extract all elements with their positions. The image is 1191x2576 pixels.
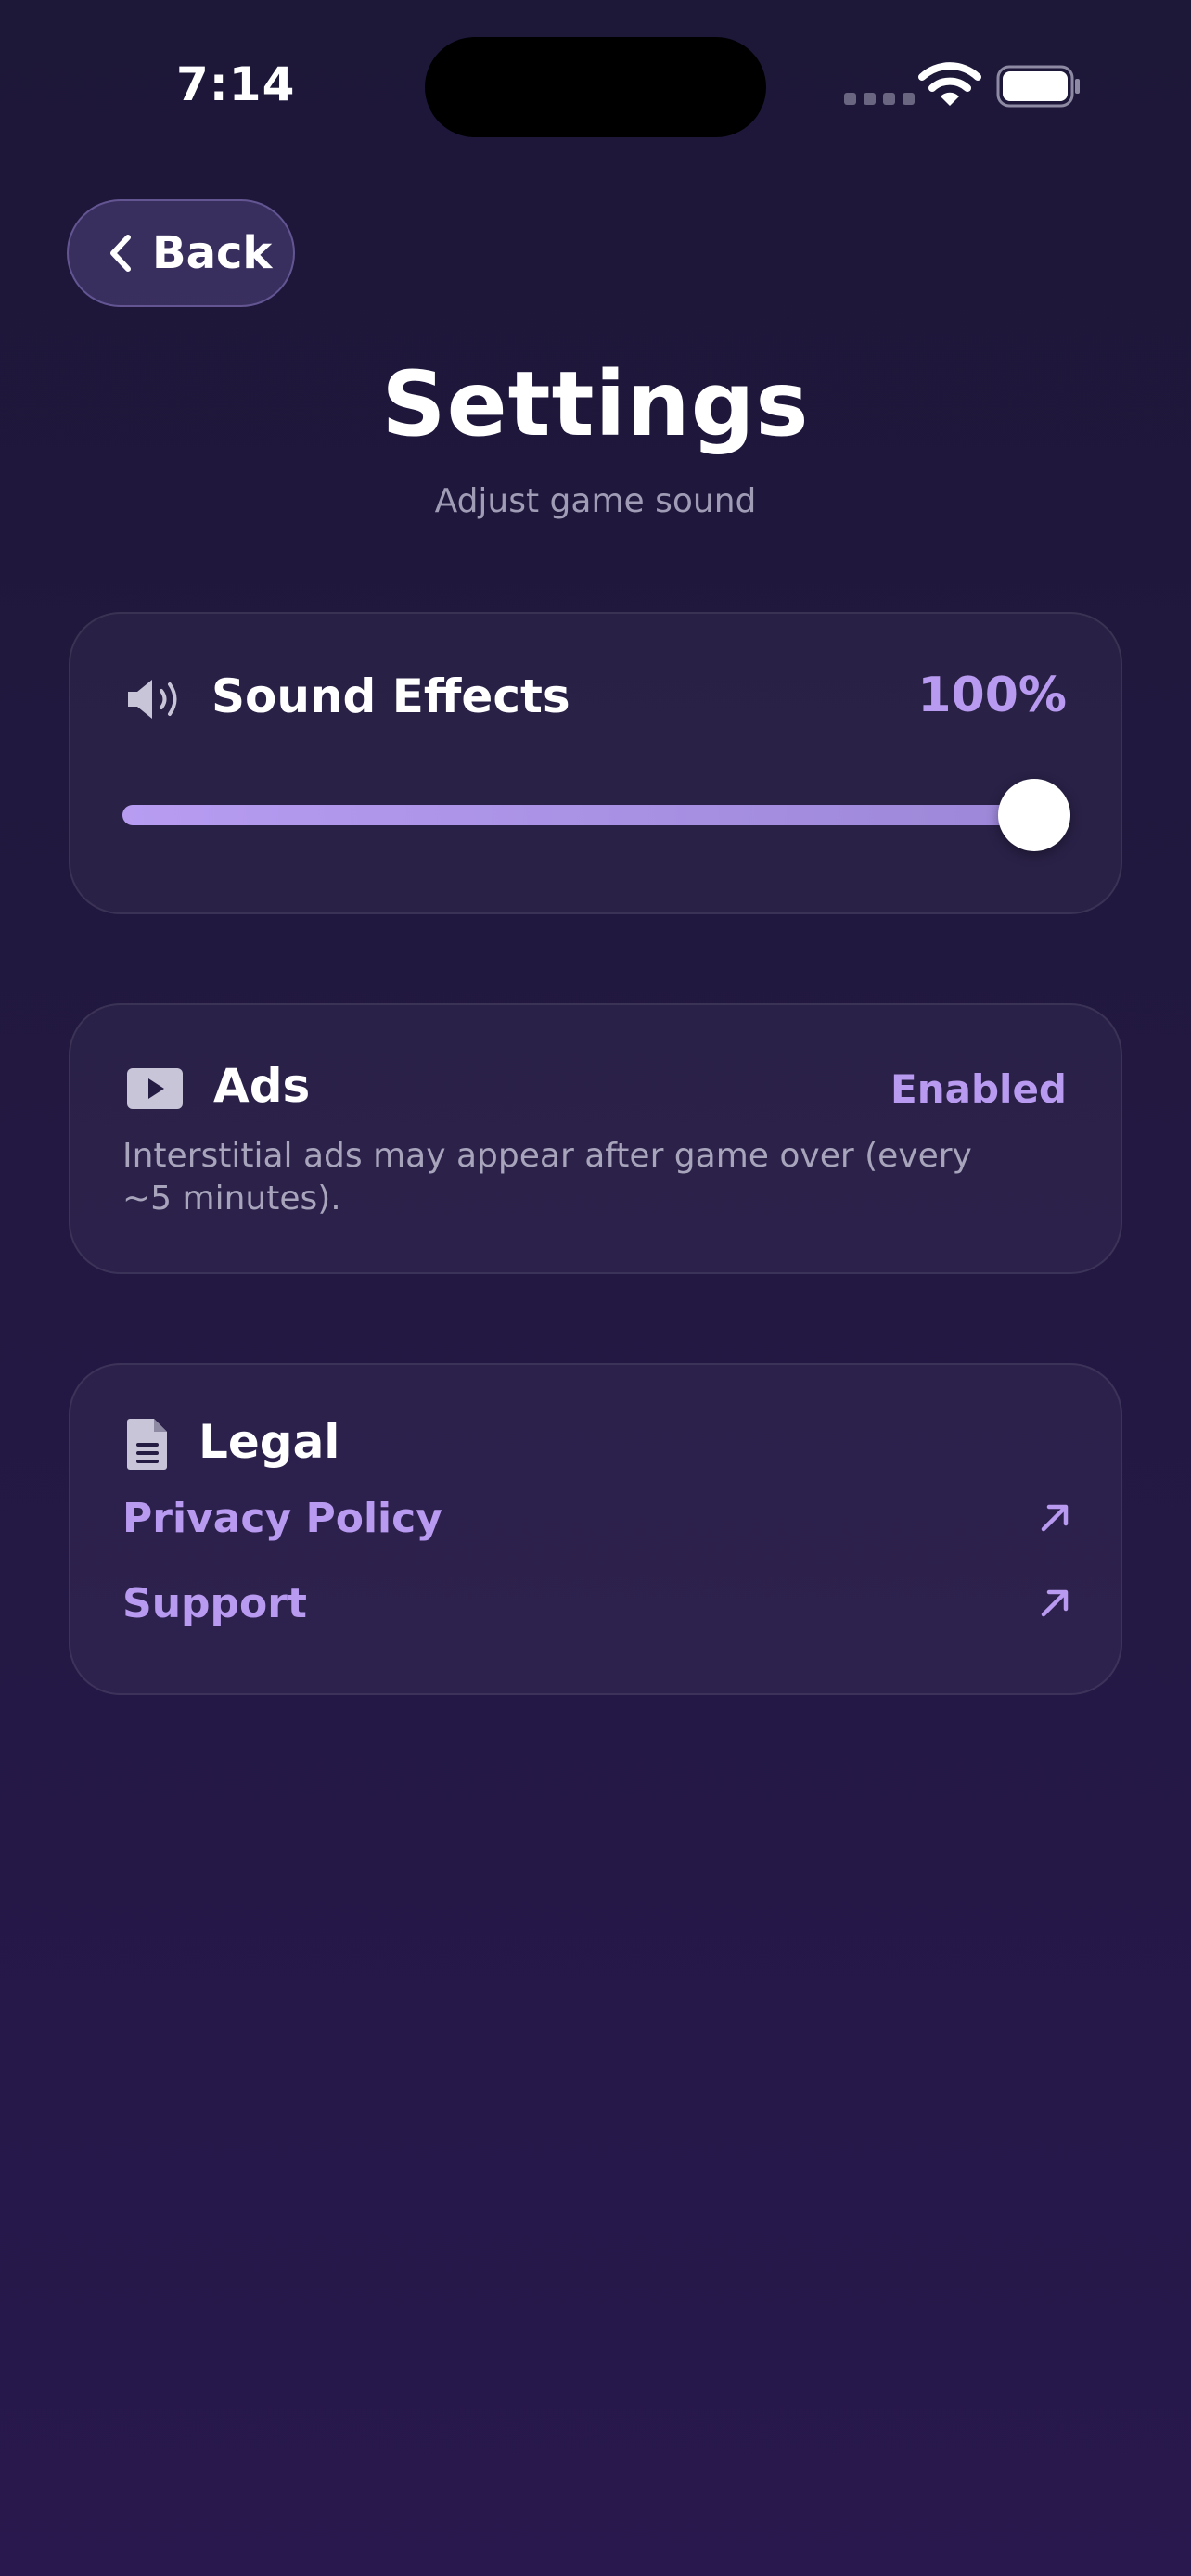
chevron-left-icon [110, 235, 131, 272]
ads-status: Enabled [890, 1066, 1067, 1112]
ads-label: Ads [213, 1059, 311, 1113]
dynamic-island [425, 37, 766, 137]
back-label: Back [152, 227, 273, 279]
external-arrow-icon [1041, 1589, 1069, 1617]
support-link[interactable]: Support [122, 1571, 1070, 1636]
ads-description: Interstitial ads may appear after game o… [122, 1137, 972, 1218]
cellular-dots-icon [844, 93, 915, 105]
sound-volume-value: 100% [917, 668, 1067, 723]
speaker-icon [128, 680, 177, 719]
slider-fill [122, 805, 1070, 825]
status-time: 7:14 [176, 57, 296, 111]
play-icon [127, 1068, 183, 1109]
wifi-icon [918, 62, 981, 106]
legal-label: Legal [198, 1415, 340, 1469]
document-icon [127, 1419, 167, 1470]
slider-thumb[interactable] [998, 779, 1070, 851]
back-button[interactable]: Back [67, 199, 295, 307]
privacy-policy-label: Privacy Policy [122, 1494, 442, 1542]
ads-card: Ads Enabled Interstitial ads may appear … [69, 1003, 1122, 1274]
page-subtitle: Adjust game sound [434, 482, 757, 520]
sound-volume-slider[interactable] [122, 805, 1070, 825]
legal-card: Legal Privacy Policy Support [69, 1363, 1122, 1695]
external-arrow-icon [1041, 1504, 1069, 1532]
support-label: Support [122, 1579, 307, 1627]
page-title: Settings [381, 352, 810, 456]
sound-effects-card: Sound Effects 100% [69, 612, 1122, 914]
privacy-policy-link[interactable]: Privacy Policy [122, 1486, 1070, 1550]
sound-effects-label: Sound Effects [211, 670, 570, 723]
battery-icon [996, 65, 1080, 108]
